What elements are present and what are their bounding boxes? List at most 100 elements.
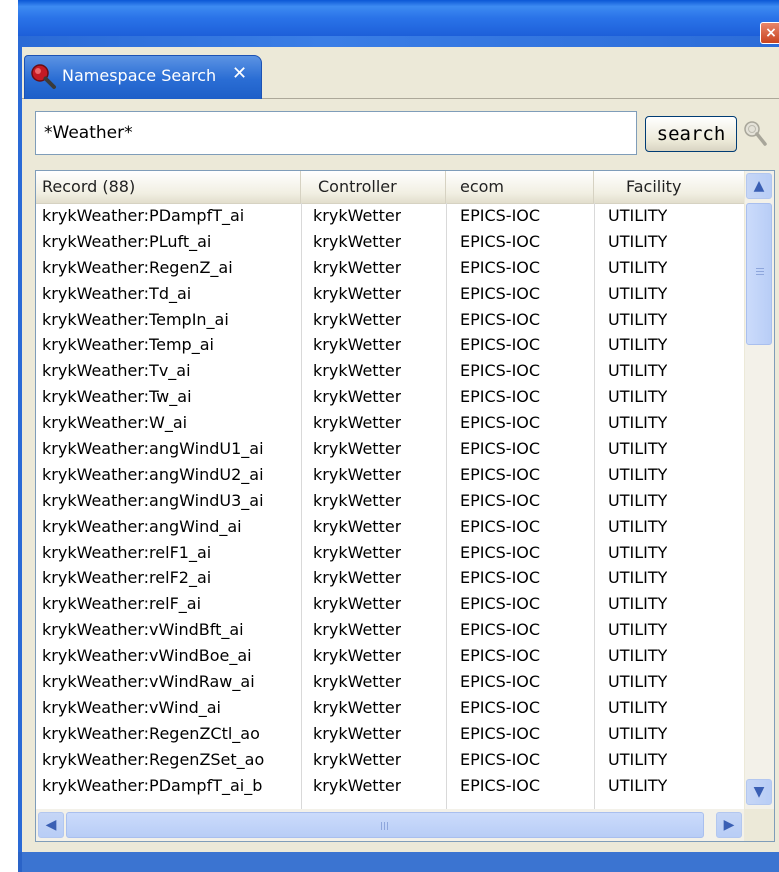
table-row[interactable]: krykWeather:relF_ai krykWetter EPICS-IOC UT…	[36, 591, 744, 617]
table-row[interactable]: krykWeather:RegenZSet_ao krykWetter EPICS-…	[36, 747, 744, 773]
cell-ecom: EPICS-IOC	[460, 620, 541, 640]
grip-line	[756, 271, 764, 272]
table-row[interactable]: krykWeather:PDampfT_ai_b krykWetter EPICS-…	[36, 773, 744, 799]
cell-record: krykWeather:angWindU1_ai	[42, 439, 264, 459]
tab-label: Namespace Search	[62, 66, 217, 85]
table-row[interactable]: krykWeather:PLuft_ai krykWetter EPICS-IOC U…	[36, 229, 744, 255]
scroll-up-button[interactable]: ▲	[746, 173, 772, 199]
table-row[interactable]: krykWeather:TempIn_ai krykWetter EPICS-IOC…	[36, 307, 744, 333]
cell-controller: krykWetter	[313, 594, 402, 614]
cell-controller: krykWetter	[313, 464, 402, 484]
magnifier-icon	[744, 121, 767, 146]
table-row[interactable]: krykWeather:relF2_ai krykWetter EPICS-IOC U…	[36, 565, 744, 591]
cell-ecom: EPICS-IOC	[460, 231, 541, 251]
vertical-scroll-thumb[interactable]	[746, 203, 772, 345]
cell-controller: krykWetter	[313, 387, 402, 407]
cell-ecom: EPICS-IOC	[460, 646, 541, 666]
cell-facility: UTILITY	[608, 439, 668, 459]
cell-controller: krykWetter	[313, 490, 402, 510]
table-row[interactable]: krykWeather:Tw_ai krykWetter EPICS-IOC UTIL…	[36, 384, 744, 410]
cell-record: krykWeather:vWindRaw_ai	[42, 672, 255, 692]
table-row[interactable]: krykWeather:W_ai krykWetter EPICS-IOC UTILI…	[36, 410, 744, 436]
vertical-scrollbar[interactable]: ▲ ▼	[744, 171, 774, 809]
table-header: Record (88) Controller ecom Facility	[36, 171, 744, 204]
chevron-down-icon: ▼	[753, 784, 765, 800]
scroll-right-button[interactable]: ▶	[716, 812, 742, 838]
cell-ecom: EPICS-IOC	[460, 361, 541, 381]
table-row[interactable]: krykWeather:relF1_ai krykWetter EPICS-IOC U…	[36, 540, 744, 566]
cell-record: krykWeather:vWindBoe_ai	[42, 646, 252, 666]
table-row[interactable]: krykWeather:angWindU1_ai krykWetter EPICS-…	[36, 436, 744, 462]
cell-controller: krykWetter	[313, 697, 402, 717]
cell-controller: krykWetter	[313, 516, 402, 536]
table-row[interactable]: krykWeather:angWind_ai krykWetter EPICS-IO…	[36, 514, 744, 540]
cell-facility: UTILITY	[608, 775, 668, 795]
cell-facility: UTILITY	[608, 231, 668, 251]
cell-facility: UTILITY	[608, 387, 668, 407]
window-status-strip	[22, 852, 779, 872]
cell-controller: krykWetter	[313, 620, 402, 640]
cell-controller: krykWetter	[313, 646, 402, 666]
cell-record: krykWeather:vWind_ai	[42, 697, 221, 717]
cell-ecom: EPICS-IOC	[460, 206, 541, 225]
cell-controller: krykWetter	[313, 206, 402, 225]
horizontal-scroll-thumb[interactable]	[66, 812, 704, 838]
table-row[interactable]: krykWeather:vWindBoe_ai krykWetter EPICS-I…	[36, 643, 744, 669]
cell-record: krykWeather:Temp_ai	[42, 335, 214, 355]
scroll-left-button[interactable]: ◀	[38, 812, 64, 838]
cell-facility: UTILITY	[608, 646, 668, 666]
cell-ecom: EPICS-IOC	[460, 568, 541, 588]
cell-facility: UTILITY	[608, 283, 668, 303]
cell-record: krykWeather:TempIn_ai	[42, 309, 229, 329]
cell-controller: krykWetter	[313, 568, 402, 588]
table-row[interactable]: krykWeather:RegenZCtl_ao krykWetter EPICS-…	[36, 721, 744, 747]
table-row[interactable]: krykWeather:Tv_ai krykWetter EPICS-IOC UTIL…	[36, 358, 744, 384]
column-header-ecom[interactable]: ecom	[446, 171, 594, 203]
cell-record: krykWeather:PLuft_ai	[42, 231, 212, 251]
horizontal-scrollbar[interactable]: ◀ ▶	[36, 809, 744, 841]
chevron-up-icon: ▲	[753, 178, 765, 194]
cell-ecom: EPICS-IOC	[460, 309, 541, 329]
column-header-controller[interactable]: Controller	[301, 171, 446, 203]
table-row[interactable]: krykWeather:vWindRaw_ai krykWetter EPICS-I…	[36, 669, 744, 695]
table-row[interactable]: krykWeather:Td_ai krykWetter EPICS-IOC UTIL…	[36, 281, 744, 307]
results-table: Record (88) Controller ecom Facility kry…	[35, 170, 775, 842]
column-header-facility[interactable]: Facility	[594, 171, 744, 203]
search-button[interactable]: search	[645, 116, 737, 152]
table-row[interactable]: krykWeather:vWind_ai krykWetter EPICS-IOC U…	[36, 695, 744, 721]
cell-controller: krykWetter	[313, 542, 402, 562]
cell-controller: krykWetter	[313, 231, 402, 251]
grip-line	[387, 822, 388, 830]
cell-ecom: EPICS-IOC	[460, 775, 541, 795]
cell-ecom: EPICS-IOC	[460, 387, 541, 407]
table-row[interactable]: krykWeather:PDampfT_ai krykWetter EPICS-IO…	[36, 203, 744, 229]
cell-facility: UTILITY	[608, 542, 668, 562]
title-bar	[18, 0, 779, 36]
table-row[interactable]: krykWeather:angWindU3_ai krykWetter EPICS-…	[36, 488, 744, 514]
cell-ecom: EPICS-IOC	[460, 749, 541, 769]
cell-record: krykWeather:PDampfT_ai	[42, 206, 245, 225]
cell-ecom: EPICS-IOC	[460, 464, 541, 484]
close-icon: ×	[765, 25, 777, 41]
cell-controller: krykWetter	[313, 335, 402, 355]
table-row[interactable]: krykWeather:vWindBft_ai krykWetter EPICS-I…	[36, 617, 744, 643]
cell-facility: UTILITY	[608, 516, 668, 536]
cell-controller: krykWetter	[313, 361, 402, 381]
table-row[interactable]: krykWeather:RegenZ_ai krykWetter EPICS-IOC…	[36, 255, 744, 281]
grip-line	[384, 822, 385, 830]
cell-ecom: EPICS-IOC	[460, 542, 541, 562]
cell-facility: UTILITY	[608, 594, 668, 614]
cell-record: krykWeather:angWindU3_ai	[42, 490, 264, 510]
page-margin	[0, 0, 18, 872]
scroll-down-button[interactable]: ▼	[746, 779, 772, 805]
window-close-button[interactable]: ×	[760, 22, 779, 44]
cell-record: krykWeather:PDampfT_ai_b	[42, 775, 263, 795]
tab-close-icon[interactable]: ✕	[232, 63, 247, 84]
cell-controller: krykWetter	[313, 283, 402, 303]
cell-ecom: EPICS-IOC	[460, 516, 541, 536]
cell-facility: UTILITY	[608, 413, 668, 433]
table-row[interactable]: krykWeather:Temp_ai krykWetter EPICS-IOC UT…	[36, 332, 744, 358]
table-row[interactable]: krykWeather:angWindU2_ai krykWetter EPICS-…	[36, 462, 744, 488]
column-header-record[interactable]: Record (88)	[36, 171, 301, 203]
search-input[interactable]	[35, 111, 637, 155]
